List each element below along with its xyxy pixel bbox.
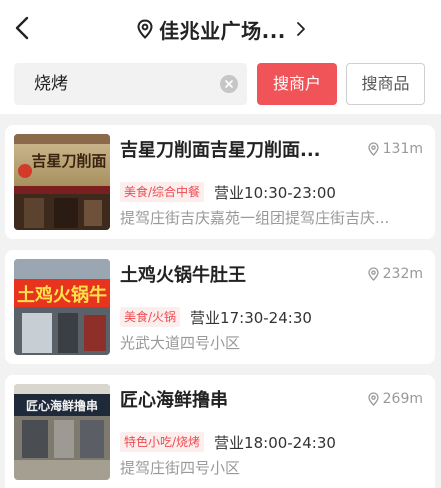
shop-distance: 131m — [367, 139, 423, 159]
page: 佳兆业广场... 烧烤 搜商户 搜商品 吉星刀削面 吉星刀削面吉星刀削面... … — [0, 0, 441, 488]
category-tag: 特色小吃/烧烤 — [120, 432, 205, 452]
location-pin-icon — [367, 267, 379, 281]
shop-meta: 特色小吃/烧烤 营业18:00-24:30 — [120, 431, 336, 453]
shop-distance: 232m — [367, 264, 423, 284]
shop-address: 光武大道四号小区 — [120, 334, 241, 352]
search-goods-button[interactable]: 搜商品 — [346, 63, 425, 105]
search-input[interactable]: 烧烤 — [14, 63, 247, 105]
clear-search-button[interactable] — [220, 75, 238, 93]
search-merchant-button[interactable]: 搜商户 — [257, 63, 337, 105]
location-pin-icon — [367, 392, 379, 406]
search-bar: 烧烤 搜商户 搜商品 — [0, 58, 441, 114]
location-pin-icon — [137, 19, 153, 39]
shop-card[interactable]: 土鸡火锅牛 土鸡火锅牛肚王 232m 美食/火锅 营业17:30-24:30 光… — [5, 250, 435, 364]
close-icon — [225, 80, 233, 88]
shop-address: 提驾庄街四号小区 — [120, 459, 241, 477]
business-hours: 营业10:30-23:00 — [214, 183, 336, 202]
search-input-value: 烧烤 — [34, 74, 68, 94]
top-bar: 佳兆业广场... — [0, 0, 441, 58]
location-pin-icon — [367, 142, 379, 156]
shop-thumbnail: 匠心海鲜撸串 — [14, 384, 110, 480]
shop-name: 土鸡火锅牛肚王 — [120, 265, 246, 286]
shop-card[interactable]: 匠心海鲜撸串 匠心海鲜撸串 269m 特色小吃/烧烤 营业18:00-24:30… — [5, 375, 435, 488]
shop-distance: 269m — [367, 389, 423, 409]
category-tag: 美食/火锅 — [120, 307, 181, 327]
shop-sign-text: 匠心海鲜撸串 — [25, 399, 98, 413]
distance-value: 269m — [382, 391, 423, 407]
shop-meta: 美食/综合中餐 营业10:30-23:00 — [120, 181, 336, 203]
shop-thumbnail: 土鸡火锅牛 — [14, 259, 110, 355]
chevron-right-icon — [296, 22, 305, 36]
location-title: 佳兆业广场... — [159, 18, 286, 43]
shop-meta: 美食/火锅 营业17:30-24:30 — [120, 306, 312, 328]
shop-name: 吉星刀削面吉星刀削面... — [120, 140, 321, 161]
shop-sign-text: 土鸡火锅牛 — [17, 285, 107, 306]
distance-value: 232m — [382, 266, 423, 282]
category-tag: 美食/综合中餐 — [120, 182, 205, 202]
shop-sign-text: 吉星刀削面 — [31, 152, 107, 170]
shop-address: 提驾庄街吉庆嘉苑一组团提驾庄街吉庆... — [120, 209, 390, 227]
shop-name: 匠心海鲜撸串 — [120, 390, 228, 411]
distance-value: 131m — [382, 141, 423, 157]
business-hours: 营业18:00-24:30 — [214, 433, 336, 452]
shop-card[interactable]: 吉星刀削面 吉星刀削面吉星刀削面... 131m 美食/综合中餐 营业10:30… — [5, 125, 435, 239]
business-hours: 营业17:30-24:30 — [190, 308, 312, 327]
shop-thumbnail: 吉星刀削面 — [14, 134, 110, 230]
location-selector[interactable]: 佳兆业广场... — [0, 0, 441, 58]
